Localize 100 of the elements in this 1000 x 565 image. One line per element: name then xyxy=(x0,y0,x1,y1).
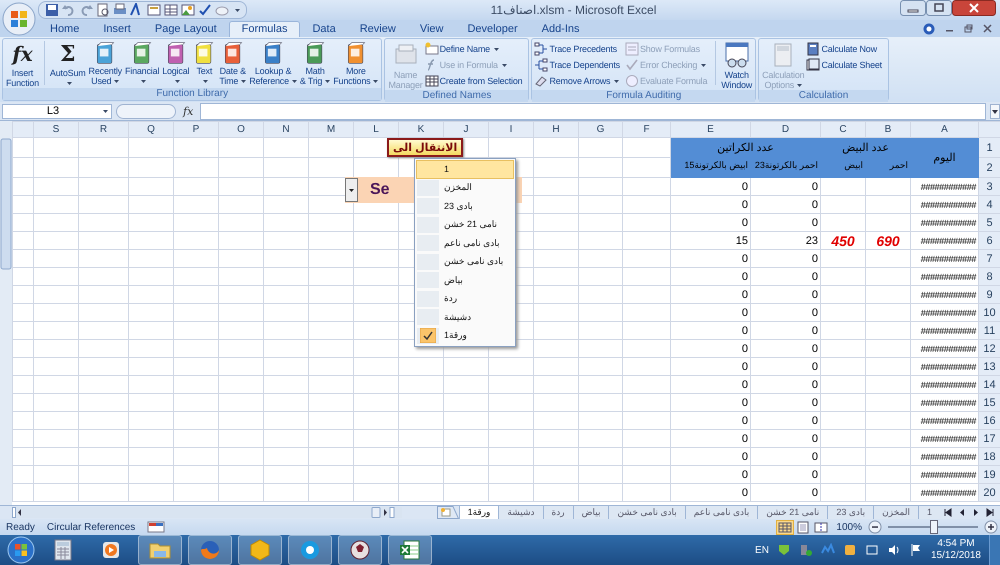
row-header[interactable]: 2 xyxy=(978,158,1000,178)
row-header[interactable]: 15 xyxy=(978,394,1000,412)
column-header[interactable]: L xyxy=(354,122,398,138)
volume-icon[interactable] xyxy=(886,543,901,557)
tab-last-button[interactable] xyxy=(986,508,994,517)
ribbon-tab[interactable]: Home xyxy=(38,22,92,37)
ribbon-tab[interactable]: Insert xyxy=(91,22,143,37)
shield-icon[interactable] xyxy=(776,543,791,557)
ribbon-button[interactable]: Recently Used xyxy=(88,41,123,86)
row-header[interactable]: 7 xyxy=(978,250,1000,268)
taskbar-button[interactable] xyxy=(338,535,382,565)
flag-icon[interactable] xyxy=(908,543,923,557)
tab-first-button[interactable] xyxy=(944,508,952,517)
record-macro-icon[interactable] xyxy=(147,520,166,534)
ribbon-button[interactable]: Trace Precedents xyxy=(534,41,620,57)
column-header[interactable]: I xyxy=(488,122,534,138)
row-header[interactable]: 13 xyxy=(978,358,1000,376)
ribbon-button[interactable]: Text xyxy=(191,41,218,86)
tab-next-button[interactable] xyxy=(972,508,980,517)
row-header[interactable]: 9 xyxy=(978,286,1000,304)
language-indicator[interactable]: EN xyxy=(755,544,769,556)
menu-item[interactable]: دشيشة xyxy=(416,308,514,326)
menu-item[interactable]: 1 xyxy=(416,160,514,178)
normal-view-button[interactable] xyxy=(776,520,794,534)
row-header[interactable]: 5 xyxy=(978,214,1000,232)
row-header[interactable]: 11 xyxy=(978,322,1000,340)
row-header[interactable]: 10 xyxy=(978,304,1000,322)
start-button[interactable] xyxy=(6,535,36,565)
column-header[interactable]: N xyxy=(264,122,308,138)
column-header[interactable]: H xyxy=(534,122,578,138)
column-header[interactable]: M xyxy=(308,122,354,138)
print-preview-icon[interactable] xyxy=(96,3,110,17)
ribbon-button[interactable]: Calculate Now xyxy=(806,41,882,57)
spelling-icon[interactable] xyxy=(198,3,212,17)
sheet-tab[interactable]: بادى نامى ناعم xyxy=(684,506,758,519)
ribbon-tab[interactable]: Data xyxy=(300,22,348,37)
menu-item[interactable]: بادى نامى خشن xyxy=(416,252,514,271)
column-header[interactable]: B xyxy=(866,122,910,138)
vertical-scrollbar[interactable] xyxy=(0,121,12,505)
picture-icon[interactable] xyxy=(181,3,195,17)
menu-item[interactable]: نامى 21 خشن xyxy=(416,216,514,234)
close-icon[interactable] xyxy=(983,24,992,33)
ribbon-button[interactable]: Lookup & Reference xyxy=(248,41,298,86)
ribbon-button[interactable]: Create from Selection xyxy=(424,73,522,89)
ribbon-button[interactable]: Logical xyxy=(161,41,190,86)
save-icon[interactable] xyxy=(45,3,59,17)
row-header[interactable]: 19 xyxy=(978,466,1000,484)
ribbon-button[interactable]: Define Name xyxy=(424,41,522,57)
zoom-slider-thumb[interactable] xyxy=(930,520,938,534)
column-header[interactable]: E xyxy=(670,122,750,138)
ribbon-button[interactable]: Math & Trig xyxy=(298,41,332,86)
column-header[interactable]: R xyxy=(78,122,128,138)
expand-formula-bar-button[interactable] xyxy=(990,104,1000,118)
menu-item[interactable]: بادى 23 xyxy=(416,197,514,216)
menu-item[interactable]: بادى نامى ناعم xyxy=(416,234,514,252)
ribbon-button[interactable]: Trace Dependents xyxy=(534,57,620,73)
ribbon-button[interactable]: fx Insert Function xyxy=(5,41,40,88)
ribbon-button[interactable]: Financial xyxy=(124,41,160,86)
column-header[interactable]: C xyxy=(820,122,866,138)
table-icon[interactable] xyxy=(164,3,178,17)
row-header[interactable]: 18 xyxy=(978,448,1000,466)
column-header[interactable]: F xyxy=(622,122,670,138)
ribbon-button[interactable]: Calculate Sheet xyxy=(806,57,882,73)
ribbon-button[interactable]: Remove Arrows xyxy=(534,73,620,89)
column-header[interactable]: P xyxy=(174,122,218,138)
insert-sheet-button[interactable] xyxy=(436,506,459,519)
ribbon-button[interactable]: Σ AutoSum xyxy=(48,41,87,88)
taskbar-button[interactable] xyxy=(288,535,332,565)
close-button[interactable] xyxy=(952,0,996,16)
help-icon[interactable] xyxy=(923,22,935,34)
row-header[interactable]: 14 xyxy=(978,376,1000,394)
taskbar-button[interactable] xyxy=(388,535,432,565)
row-header[interactable]: 20 xyxy=(978,484,1000,502)
row-header[interactable]: 4 xyxy=(978,196,1000,214)
ribbon-tab[interactable]: Developer xyxy=(455,22,530,37)
page-break-view-button[interactable] xyxy=(812,520,830,534)
sheet-tab[interactable]: ورقة1 xyxy=(458,506,498,519)
minimize-button[interactable] xyxy=(900,0,926,16)
goto-button[interactable]: الانتقال الى xyxy=(387,138,464,157)
column-header[interactable]: S xyxy=(34,122,78,138)
column-header[interactable]: G xyxy=(578,122,622,138)
ribbon-button[interactable]: Watch Window xyxy=(720,41,754,90)
restore-icon[interactable] xyxy=(964,24,973,33)
action-center-icon[interactable] xyxy=(864,543,879,557)
ribbon-tab[interactable]: View xyxy=(408,22,456,37)
zoom-level[interactable]: 100% xyxy=(836,522,862,532)
ribbon-button[interactable]: More Functions xyxy=(332,41,380,86)
name-box[interactable]: L3 xyxy=(2,104,112,118)
ribbon-tab[interactable]: Review xyxy=(348,22,408,37)
row-header[interactable]: 6 xyxy=(978,232,1000,250)
device-icon[interactable] xyxy=(798,543,813,557)
sheet-tab[interactable]: بياض xyxy=(572,506,608,519)
ribbon-tab[interactable]: Add-Ins xyxy=(530,22,592,37)
menu-item[interactable]: ورقة1 xyxy=(416,326,514,345)
tab-prev-button[interactable] xyxy=(958,508,966,517)
menu-item[interactable]: ردة xyxy=(416,290,514,308)
menu-item[interactable]: المخزن xyxy=(416,178,514,197)
ribbon-tab[interactable]: Formulas xyxy=(228,21,300,37)
ribbon-tab[interactable]: Page Layout xyxy=(142,22,229,37)
zoom-out-button[interactable] xyxy=(868,520,882,534)
